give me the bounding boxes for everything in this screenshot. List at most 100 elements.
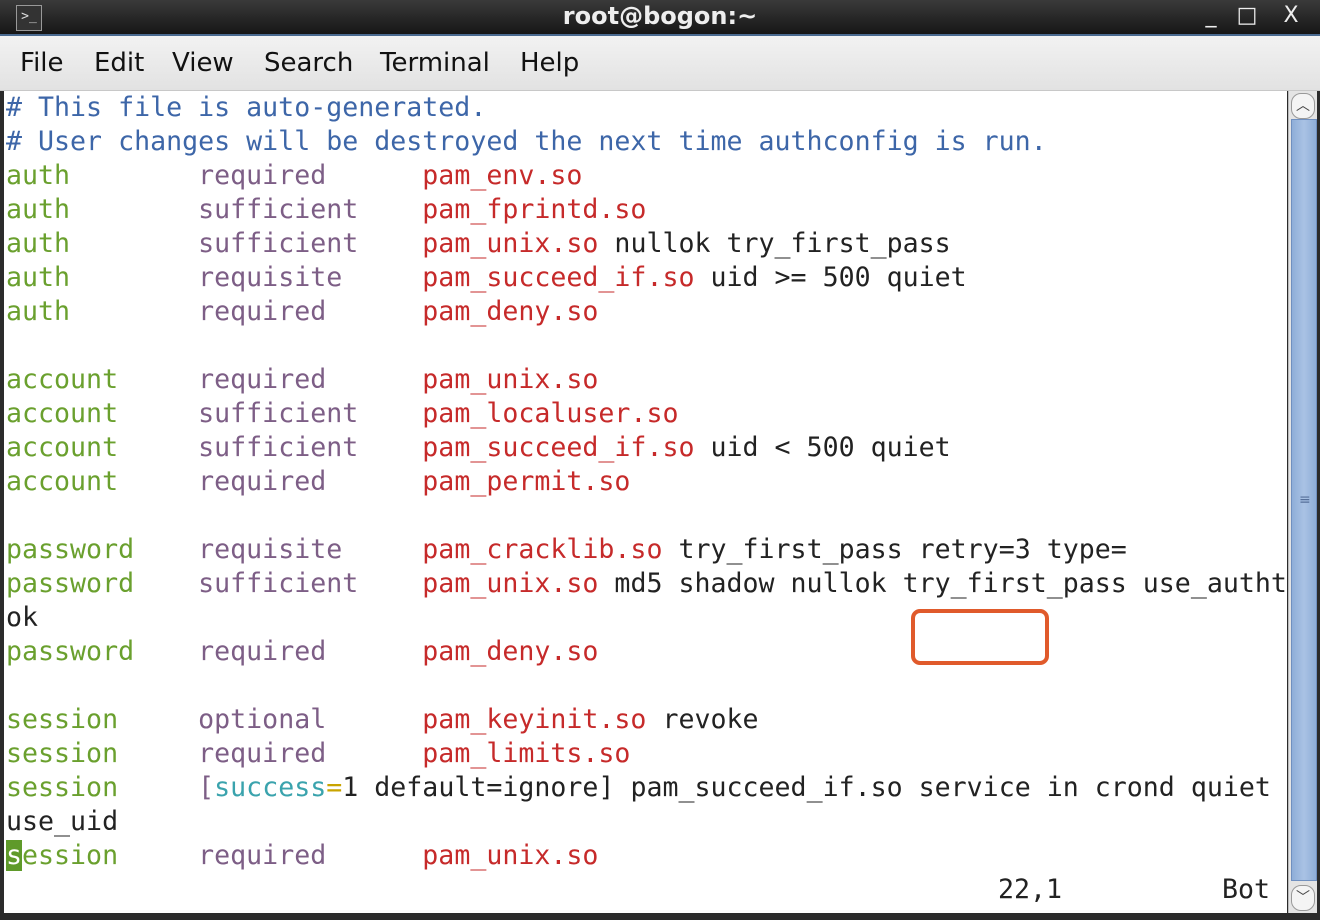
menu-view[interactable]: View [172, 48, 234, 78]
code-token: required [198, 160, 423, 191]
code-token: password [6, 568, 199, 599]
code-token: requisite [198, 534, 423, 565]
minimize-button[interactable]: _ [1196, 3, 1226, 28]
code-token: sufficient [198, 228, 423, 259]
code-token: uid >= 500 quiet [694, 262, 967, 293]
code-token: pam_keyinit.so [422, 704, 647, 735]
code-token: ession [22, 840, 199, 871]
scrollbar[interactable]: ︿ ≡ ﹀ [1288, 91, 1317, 913]
scroll-indicator: Bot [1222, 874, 1271, 905]
code-token: account [6, 398, 199, 429]
code-token: auth [6, 262, 199, 293]
code-token: # This file is auto-generated. [6, 92, 487, 123]
file-content: # This file is auto-generated. # User cha… [6, 91, 1287, 873]
menu-search[interactable]: Search [264, 48, 353, 78]
highlight-box [911, 609, 1049, 665]
code-token: [ [198, 772, 215, 803]
maximize-button[interactable]: □ [1232, 3, 1262, 28]
code-token: sufficient [198, 194, 423, 225]
code-token: = [326, 772, 343, 803]
code-token: auth [6, 194, 199, 225]
code-token: pam_limits.so [422, 738, 631, 769]
code-line: session required pam_unix.so [6, 839, 1287, 873]
code-token: required [198, 296, 423, 327]
code-token: pam_localuser.so [422, 398, 679, 429]
code-token: auth [6, 228, 199, 259]
code-token: account [6, 432, 199, 463]
code-token: uid < 500 quiet [694, 432, 951, 463]
code-token: session [6, 738, 199, 769]
code-token: sufficient [198, 432, 423, 463]
code-token: password [6, 534, 199, 565]
code-line: auth sufficient pam_fprintd.so [6, 193, 1287, 227]
code-token: pam_env.so [422, 160, 583, 191]
code-token: required [198, 466, 423, 497]
code-token: # User changes will be destroyed the nex… [6, 126, 1047, 157]
code-token: pam_unix.so [422, 364, 599, 395]
code-line: password required pam_deny.so [6, 635, 1287, 669]
code-line: session optional pam_keyinit.so revoke [6, 703, 1287, 737]
code-line: session [success=1 default=ignore] pam_s… [6, 771, 1287, 805]
scrollbar-thumb[interactable]: ≡ [1291, 119, 1317, 881]
code-line: password requisite pam_cracklib.so try_f… [6, 533, 1287, 567]
code-line: auth sufficient pam_unix.so nullok try_f… [6, 227, 1287, 261]
code-token: required [198, 364, 423, 395]
code-token: pam_cracklib.so [422, 534, 663, 565]
code-token: sufficient [198, 568, 423, 599]
code-token: success [214, 772, 327, 803]
code-token: pam_unix.so [422, 228, 599, 259]
code-token: nullok try_first_pass [598, 228, 951, 259]
cursor-position: 22,1 [998, 874, 1063, 905]
close-button[interactable]: X [1276, 3, 1306, 28]
code-line: account sufficient pam_succeed_if.so uid… [6, 431, 1287, 465]
code-token: requisite [198, 262, 423, 293]
code-token: use_uid [6, 806, 119, 837]
code-token: pam_fprintd.so [422, 194, 647, 225]
code-token: pam_unix.so [422, 568, 599, 599]
code-token: md5 shadow nullok try_first_pass use_aut… [598, 568, 1287, 599]
code-line: account sufficient pam_localuser.so [6, 397, 1287, 431]
code-line: auth requisite pam_succeed_if.so uid >= … [6, 261, 1287, 295]
terminal-area[interactable]: # This file is auto-generated. # User cha… [4, 91, 1287, 913]
code-line: account required pam_permit.so [6, 465, 1287, 499]
code-token: ok [6, 602, 39, 633]
window-title: root@bogon:~ [562, 2, 758, 30]
code-token: auth [6, 160, 199, 191]
code-line: password sufficient pam_unix.so md5 shad… [6, 567, 1287, 601]
code-token: sufficient [198, 398, 423, 429]
menu-bar: File Edit View Search Terminal Help [0, 36, 1320, 91]
code-line: ok [6, 601, 1287, 635]
code-token: revoke [646, 704, 759, 735]
code-token: pam_succeed_if.so [422, 432, 695, 463]
text-cursor: s [6, 840, 23, 871]
menu-file[interactable]: File [20, 48, 64, 78]
code-line: account required pam_unix.so [6, 363, 1287, 397]
code-line: auth required pam_deny.so [6, 295, 1287, 329]
code-line: auth required pam_env.so [6, 159, 1287, 193]
code-token: account [6, 364, 199, 395]
code-line: # User changes will be destroyed the nex… [6, 125, 1287, 159]
code-token: try_first_pass retry=3 type= [662, 534, 1127, 565]
code-token: password [6, 636, 199, 667]
scroll-down-icon[interactable]: ﹀ [1291, 885, 1315, 911]
code-token: required [198, 738, 423, 769]
code-token: required [198, 636, 423, 667]
code-token: account [6, 466, 199, 497]
code-token: pam_unix.so [422, 840, 599, 871]
title-bar: >_ root@bogon:~ _ □ X [0, 0, 1320, 36]
menu-edit[interactable]: Edit [94, 48, 144, 78]
code-line: use_uid [6, 805, 1287, 839]
code-token: pam_deny.so [422, 636, 599, 667]
scroll-up-icon[interactable]: ︿ [1291, 93, 1315, 119]
code-token: optional [198, 704, 423, 735]
code-token: pam_permit.so [422, 466, 631, 497]
menu-help[interactable]: Help [520, 48, 579, 78]
code-token: auth [6, 296, 199, 327]
code-token: session [6, 704, 199, 735]
menu-terminal[interactable]: Terminal [380, 48, 490, 78]
code-token: pam_deny.so [422, 296, 599, 327]
code-token: required [198, 840, 423, 871]
grip-icon: ≡ [1299, 492, 1311, 508]
